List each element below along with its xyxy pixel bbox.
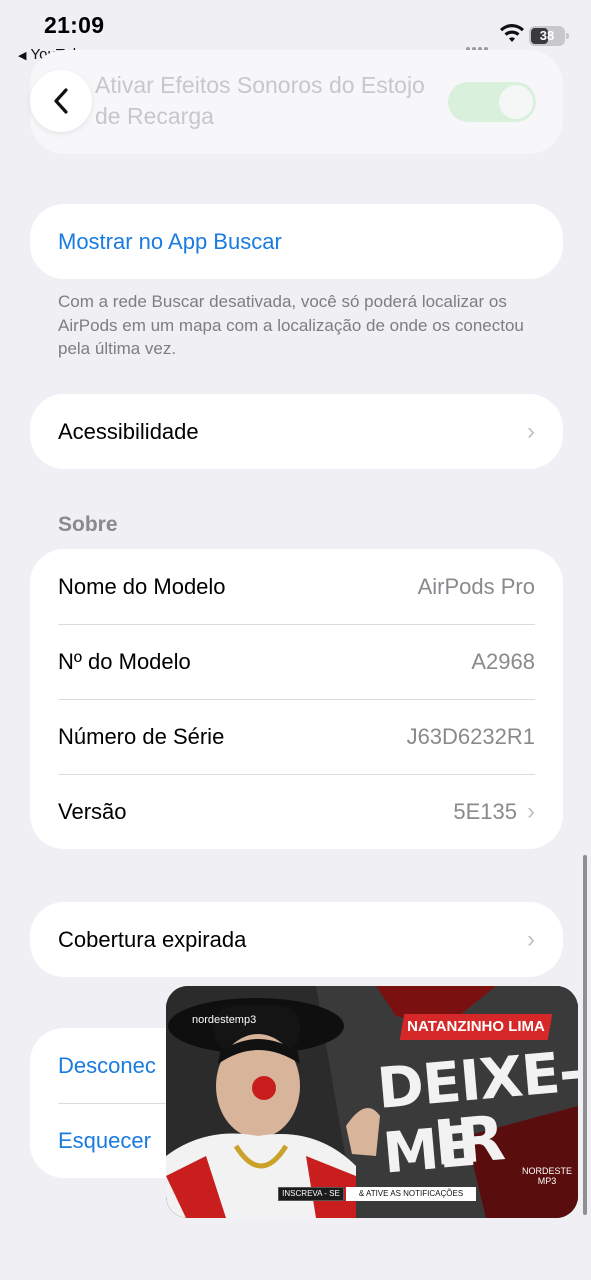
model-name-label: Nome do Modelo: [58, 573, 226, 599]
coverage-label: Cobertura expirada: [58, 926, 247, 952]
pip-video-player[interactable]: nordestemp3 NATANZINHO LIMA DEIXE-ME IR …: [166, 986, 578, 1218]
model-name-value: AirPods Pro: [417, 573, 535, 599]
wifi-icon: [499, 24, 525, 49]
accessibility-card: Acessibilidade ›: [30, 394, 563, 469]
pip-artist-name: NATANZINHO LIMA: [407, 1018, 545, 1035]
find-my-card: Mostrar no App Buscar: [30, 204, 563, 279]
pip-song-title-line2: IR: [430, 1101, 508, 1180]
chevron-right-icon: ›: [527, 797, 535, 825]
pip-instagram-handle: nordestemp3: [192, 1014, 257, 1026]
charging-case-sounds-toggle[interactable]: [448, 82, 536, 122]
serial-number-value: J63D6232R1: [406, 723, 535, 749]
coverage-row[interactable]: Cobertura expirada ›: [30, 902, 563, 977]
version-row[interactable]: Versão 5E135 ›: [30, 774, 563, 849]
accessibility-row[interactable]: Acessibilidade ›: [30, 394, 563, 469]
scroll-indicator[interactable]: [583, 855, 587, 1215]
clock: 21:09: [44, 12, 105, 38]
about-section-header: Sobre: [58, 513, 118, 536]
chevron-left-icon: [54, 88, 68, 114]
charging-case-sounds-label: Ativar Efeitos Sonoros do Estojo de Reca…: [95, 72, 425, 129]
pip-notify-label: & ATIVE AS NOTIFICAÇÕES: [346, 1187, 476, 1201]
battery-level: 38: [539, 28, 555, 43]
model-number-value: A2968: [471, 648, 535, 674]
version-value: 5E135: [453, 798, 517, 824]
pip-channel-logo: NORDESTE MP3: [522, 1166, 573, 1186]
find-my-footnote: Com a rede Buscar desativada, você só po…: [58, 292, 524, 358]
chevron-right-icon: ›: [527, 925, 535, 953]
chevron-right-icon: ›: [527, 417, 535, 445]
serial-number-row: Número de Série J63D6232R1: [30, 699, 563, 774]
serial-number-label: Número de Série: [58, 723, 225, 749]
model-number-row: Nº do Modelo A2968: [30, 624, 563, 699]
about-card: Nome do Modelo AirPods Pro Nº do Modelo …: [30, 549, 563, 849]
accessibility-label: Acessibilidade: [58, 418, 199, 444]
find-my-row[interactable]: Mostrar no App Buscar: [30, 204, 563, 279]
version-label: Versão: [58, 798, 127, 824]
back-triangle-icon: ◀: [18, 50, 27, 62]
back-button[interactable]: [30, 70, 92, 132]
find-my-label: Mostrar no App Buscar: [58, 228, 282, 254]
model-name-row: Nome do Modelo AirPods Pro: [30, 549, 563, 624]
coverage-card: Cobertura expirada ›: [30, 902, 563, 977]
battery-icon: 38: [529, 26, 569, 46]
pip-subscribe-label: INSCREVA - SE: [278, 1187, 344, 1201]
model-number-label: Nº do Modelo: [58, 648, 191, 674]
